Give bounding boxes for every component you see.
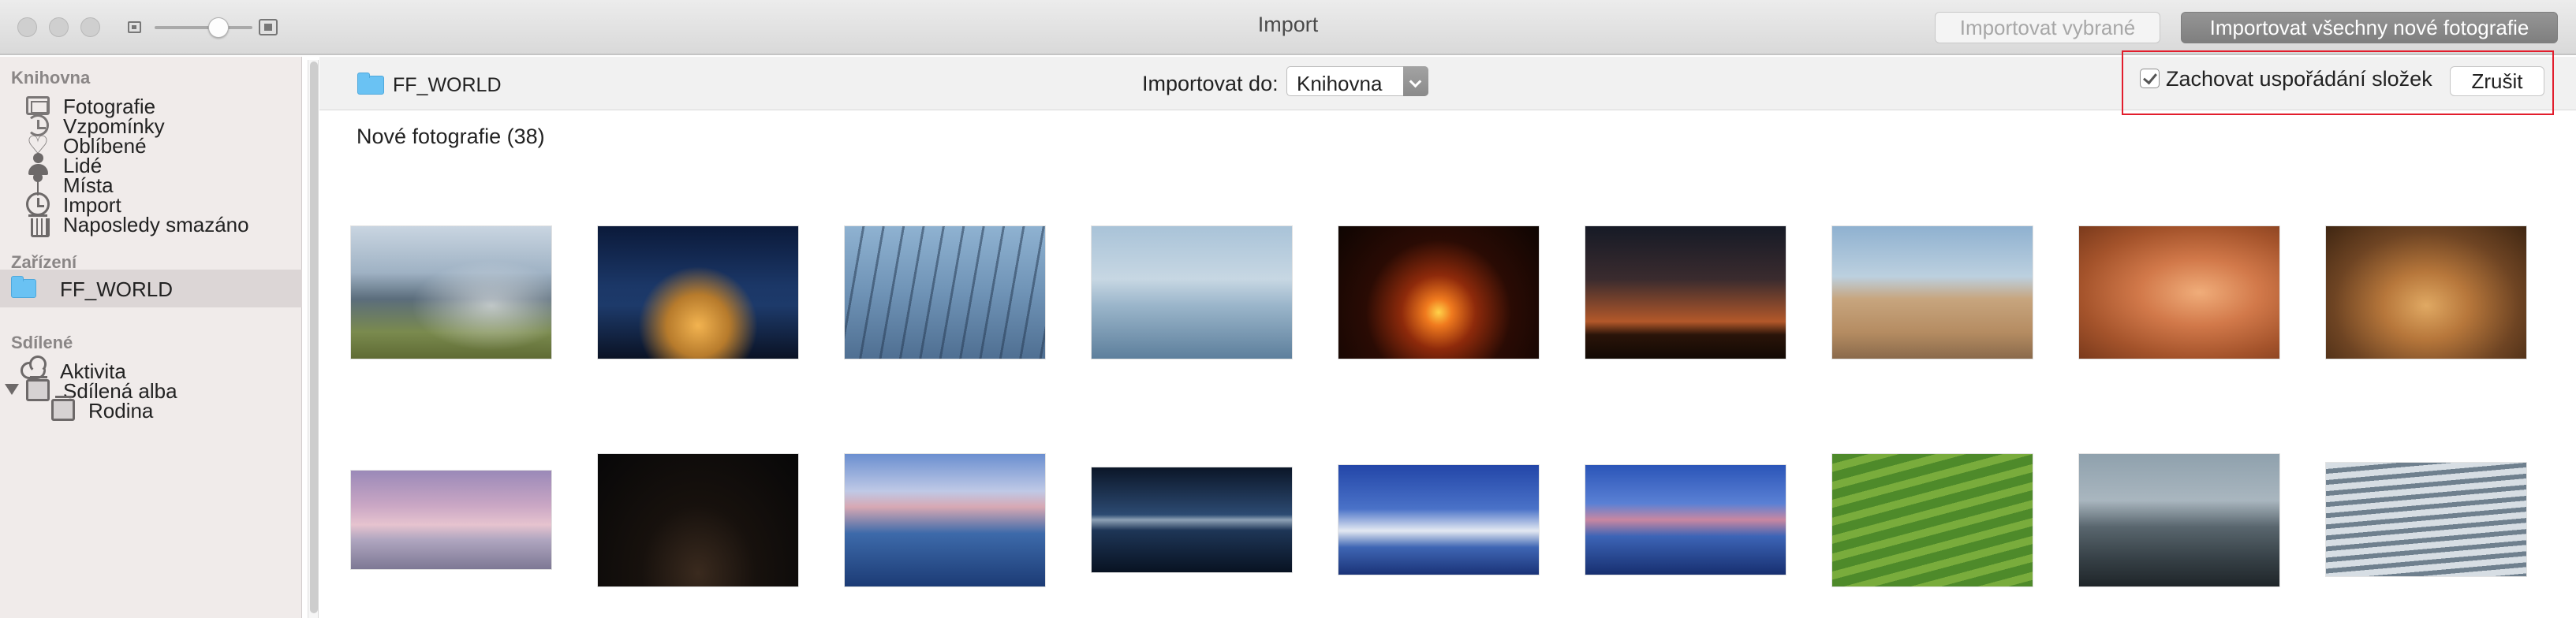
sidebar-item-ff-world[interactable]: FF_WORLD (0, 270, 302, 307)
photo-thumbnail[interactable] (1585, 464, 1786, 575)
import-selected-button[interactable]: Importovat vybrané (1935, 12, 2160, 43)
folder-icon (11, 276, 36, 301)
title-bar: Import Importovat vybrané Importovat vše… (0, 0, 2576, 55)
photo-thumbnail[interactable] (597, 453, 799, 587)
sidebar-item-recently-deleted[interactable]: Naposledy smazáno (0, 205, 302, 243)
photo-thumbnail[interactable] (844, 225, 1046, 359)
sidebar-scrollbar[interactable] (308, 60, 319, 618)
folder-icon (357, 73, 384, 95)
sidebar-scrollbar-thumb[interactable] (310, 61, 318, 613)
photo-thumbnail[interactable] (2078, 453, 2280, 587)
sidebar-item-label: Rodina (88, 399, 154, 423)
photo-thumbnail[interactable] (1338, 464, 1540, 575)
source-folder-name: FF_WORLD (393, 74, 502, 96)
photo-thumbnail[interactable] (2078, 225, 2280, 359)
keep-folder-organization-checkbox[interactable] (2140, 69, 2160, 88)
import-all-new-button[interactable]: Importovat všechny nové fotografie (2181, 12, 2558, 43)
sidebar-header-shared: Sdílené (11, 333, 73, 352)
chevron-down-icon[interactable] (1403, 66, 1428, 96)
photo-thumbnail[interactable] (350, 470, 552, 570)
photo-thumbnail[interactable] (1585, 225, 1786, 359)
photo-thumbnail[interactable] (350, 225, 552, 359)
trash-icon (25, 211, 50, 237)
photo-thumbnail[interactable] (1091, 467, 1293, 573)
photo-thumbnail[interactable] (1831, 225, 2033, 359)
cancel-button[interactable]: Zrušit (2450, 66, 2544, 96)
sidebar-header-library: Knihovna (11, 68, 91, 87)
import-to-label: Importovat do: (1142, 72, 1279, 95)
keep-folder-organization-label: Zachovat uspořádání složek (2166, 67, 2432, 91)
sidebar: Knihovna Fotografie Vzpomínky ♡ Oblíbené… (0, 57, 302, 618)
photo-thumbnail[interactable] (597, 225, 799, 359)
photo-thumbnail[interactable] (2325, 225, 2527, 359)
photo-thumbnail[interactable] (1091, 225, 1293, 359)
album-icon (50, 396, 76, 423)
photo-thumbnail[interactable] (1831, 453, 2033, 587)
photo-thumbnail[interactable] (1338, 225, 1540, 359)
new-photos-title: Nové fotografie (38) (357, 125, 545, 148)
sidebar-item-label: FF_WORLD (60, 277, 173, 301)
import-destination-select[interactable]: Knihovna (1286, 66, 1428, 96)
photo-thumbnail[interactable] (2325, 462, 2527, 577)
sidebar-item-label: Naposledy smazáno (63, 213, 249, 236)
photo-thumbnail[interactable] (844, 453, 1046, 587)
import-destination-value: Knihovna (1297, 72, 1383, 95)
sidebar-item-family[interactable]: Rodina (0, 391, 302, 429)
